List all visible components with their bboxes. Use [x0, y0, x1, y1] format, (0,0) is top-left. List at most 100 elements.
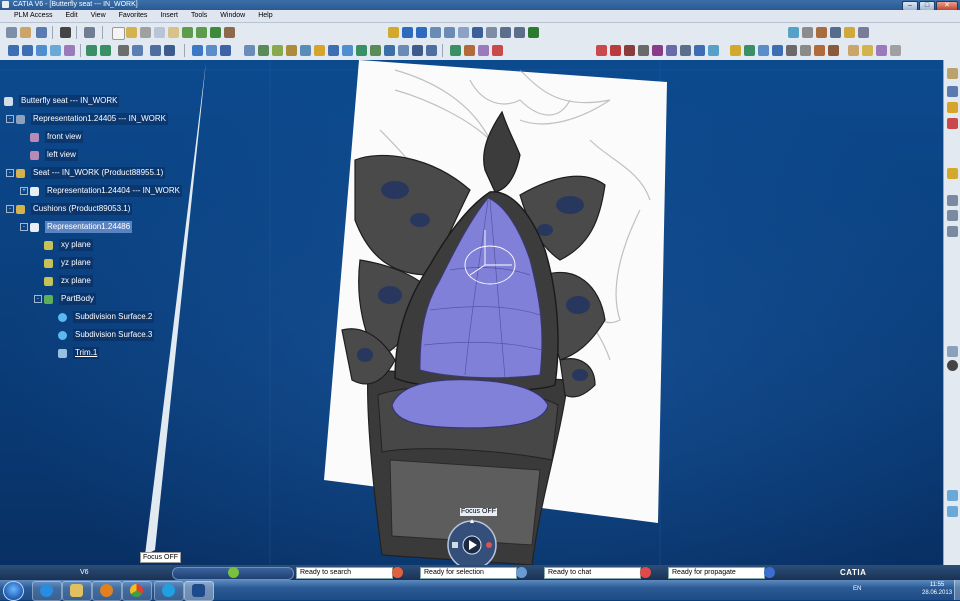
propagate-status-field[interactable]: Ready for propagate — [668, 567, 765, 579]
zoom-in-icon[interactable] — [430, 27, 441, 38]
wireframe-icon[interactable] — [947, 102, 958, 113]
refresh-icon[interactable] — [947, 346, 958, 357]
trim-icon[interactable] — [342, 45, 353, 56]
fly-mode-icon[interactable] — [388, 27, 399, 38]
project-icon[interactable] — [356, 45, 367, 56]
expander-cushions[interactable]: - — [6, 205, 14, 213]
3d-curve-icon[interactable] — [36, 45, 47, 56]
menu-favorites[interactable]: Favorites — [112, 10, 154, 22]
move-icon[interactable] — [947, 490, 958, 501]
point-icon[interactable] — [800, 45, 811, 56]
plane-icon[interactable] — [828, 45, 839, 56]
split-icon[interactable] — [398, 45, 409, 56]
tree-label-partbody[interactable]: PartBody — [59, 293, 96, 305]
symmetry-icon[interactable] — [132, 45, 143, 56]
zoom-out-icon[interactable] — [444, 27, 455, 38]
open-folder-icon[interactable] — [126, 27, 137, 38]
axis-icon[interactable] — [947, 195, 958, 206]
plm-icon[interactable] — [6, 27, 17, 38]
tree-label-left-view[interactable]: left view — [45, 149, 78, 161]
pin-icon[interactable] — [788, 27, 799, 38]
tree-label-rep2[interactable]: Representation1.24404 --- IN_WORK — [45, 185, 182, 197]
measure-icon[interactable] — [528, 27, 539, 38]
normal-view-icon[interactable] — [458, 27, 469, 38]
tree-label-seat[interactable]: Seat --- IN_WORK (Product88955.1) — [31, 167, 166, 179]
sketch-tool-icon[interactable] — [947, 68, 958, 79]
tree-row-rep1[interactable]: Representation1.24405 --- IN_WORK — [16, 112, 168, 126]
sphere-icon[interactable] — [192, 45, 203, 56]
transform-icon[interactable] — [150, 45, 161, 56]
expander-rep2[interactable]: + — [20, 187, 28, 195]
join-icon[interactable] — [412, 45, 423, 56]
revolve-icon[interactable] — [272, 45, 283, 56]
print-icon[interactable] — [60, 27, 71, 38]
tree-label-yz-plane[interactable]: yz plane — [59, 257, 93, 269]
blend-icon[interactable] — [286, 45, 297, 56]
tree-label-cushions[interactable]: Cushions (Product89053.1) — [31, 203, 133, 215]
robot-widget[interactable] — [445, 515, 500, 565]
cylinder-icon[interactable] — [206, 45, 217, 56]
connect-icon[interactable] — [384, 45, 395, 56]
taskbar-catia[interactable] — [184, 581, 214, 601]
tree-row-rep3[interactable]: Representation1.24486 — [30, 220, 133, 234]
taskbar-skype[interactable] — [154, 581, 184, 601]
tree-label-zx-plane[interactable]: zx plane — [59, 275, 93, 287]
note-icon[interactable] — [947, 168, 958, 179]
sweep-icon[interactable] — [244, 45, 255, 56]
scene-icon[interactable] — [858, 27, 869, 38]
options-tool-icon[interactable] — [947, 360, 958, 371]
tree-row-seat[interactable]: Seat --- IN_WORK (Product88955.1) — [16, 166, 166, 180]
menu-insert[interactable]: Insert — [153, 10, 184, 22]
ambience-icon[interactable] — [694, 45, 705, 56]
image-import-icon[interactable] — [862, 45, 873, 56]
intersect-icon[interactable] — [370, 45, 381, 56]
tree-row-yz-plane[interactable]: yz plane — [44, 256, 93, 270]
sketch-curve-icon[interactable] — [22, 45, 33, 56]
image-icon[interactable] — [652, 45, 663, 56]
offset-icon[interactable] — [328, 45, 339, 56]
tree-toggle-icon[interactable] — [84, 27, 95, 38]
redo-icon[interactable] — [196, 27, 207, 38]
tree-row-partbody[interactable]: PartBody — [44, 292, 96, 306]
select-icon[interactable] — [8, 45, 19, 56]
mirror-icon[interactable] — [118, 45, 129, 56]
quick-view-icon[interactable] — [472, 27, 483, 38]
tree-label-xy-plane[interactable]: xy plane — [59, 239, 93, 251]
light-icon[interactable] — [844, 27, 855, 38]
tag-icon[interactable] — [947, 118, 958, 129]
expander-partbody[interactable]: - — [34, 295, 42, 303]
expander-rep3[interactable]: - — [20, 223, 28, 231]
align-icon[interactable] — [947, 506, 958, 517]
swap-space-icon[interactable] — [514, 27, 525, 38]
subdivision-icon[interactable] — [64, 45, 75, 56]
tree-label-front-view[interactable]: front view — [45, 131, 84, 143]
tree-label-rep1[interactable]: Representation1.24405 --- IN_WORK — [31, 113, 168, 125]
update-icon[interactable] — [210, 27, 221, 38]
tree-label-root[interactable]: Butterfly seat --- IN_WORK — [19, 95, 120, 107]
start-button[interactable] — [3, 581, 24, 601]
selection-status-field[interactable]: Ready for selection — [420, 567, 517, 579]
geometrical-set-icon[interactable] — [786, 45, 797, 56]
cut-icon[interactable] — [140, 27, 151, 38]
surface-icon[interactable] — [50, 45, 61, 56]
curvature-icon[interactable] — [464, 45, 475, 56]
save-icon[interactable] — [36, 27, 47, 38]
tree-label-trim[interactable]: Trim.1 — [73, 347, 100, 359]
camera-icon[interactable] — [680, 45, 691, 56]
menu-help[interactable]: Help — [251, 10, 278, 22]
tree-label-subd2[interactable]: Subdivision Surface.2 — [73, 311, 155, 323]
fill-icon[interactable] — [300, 45, 311, 56]
3d-viewport[interactable]: Butterfly seat --- IN_WORK Representatio… — [0, 60, 943, 565]
tree-row-front-view[interactable]: front view — [30, 130, 84, 144]
edit-icon[interactable] — [100, 45, 111, 56]
expander-rep1[interactable]: - — [6, 115, 14, 123]
menu-window[interactable]: Window — [213, 10, 251, 22]
menu-tools[interactable]: Tools — [184, 10, 213, 22]
tree-row-subd3[interactable]: Subdivision Surface.3 — [58, 328, 155, 342]
snap-icon[interactable] — [947, 226, 958, 237]
search-status-field[interactable]: Ready to search — [296, 567, 393, 579]
tree-row-left-view[interactable]: left view — [30, 148, 78, 162]
view-mode-icon[interactable] — [486, 27, 497, 38]
publish-icon[interactable] — [638, 45, 649, 56]
analysis-icon[interactable] — [450, 45, 461, 56]
